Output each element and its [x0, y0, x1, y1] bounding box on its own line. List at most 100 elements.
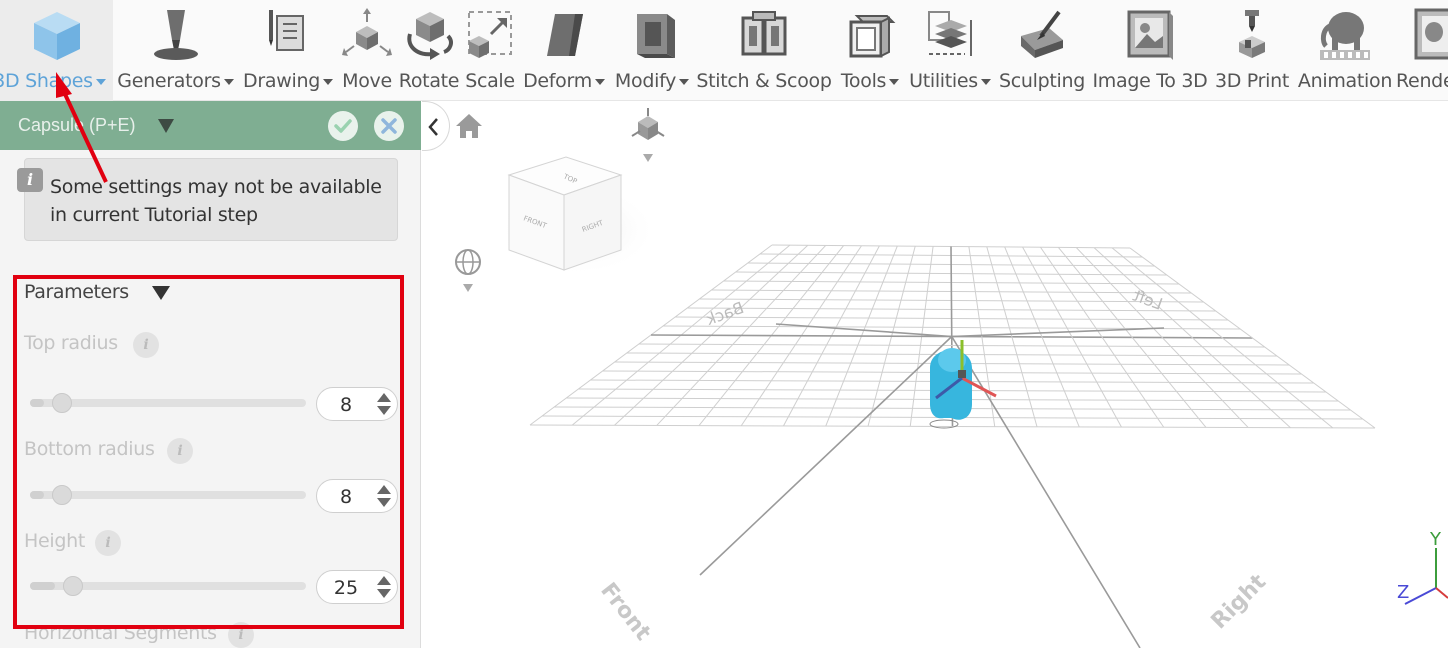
- toolbar-label: Utilities: [909, 70, 978, 92]
- grid-label-back: Back: [703, 298, 747, 329]
- scene-canvas: Back Left Front Right TOP FRONT RIGHT Y …: [455, 108, 1448, 648]
- toolbar-utilities[interactable]: Utilities: [906, 0, 994, 101]
- toolbar-tools[interactable]: Tools: [834, 0, 906, 101]
- decrement-icon[interactable]: [377, 498, 391, 507]
- toolbar-label: Move: [342, 70, 392, 92]
- toolbar-render[interactable]: Rende: [1396, 0, 1448, 101]
- toolbar-label: 3D Print: [1214, 70, 1290, 92]
- slider-fill: [30, 399, 44, 407]
- toolbar-label: Animation: [1297, 70, 1393, 92]
- toolbar-generators[interactable]: Generators: [113, 0, 238, 101]
- chevron-down-icon: [679, 78, 690, 85]
- checkmark-icon: [334, 119, 352, 133]
- height-slider[interactable]: [30, 576, 306, 596]
- toolbar-label: Rotate: [398, 70, 460, 92]
- toolbar-label: Image To 3D: [1092, 70, 1208, 92]
- bottom-radius-slider[interactable]: [30, 485, 306, 505]
- chevron-down-icon: [889, 78, 900, 85]
- chevron-left-icon: [428, 118, 438, 136]
- increment-icon[interactable]: [377, 485, 391, 494]
- 3d-viewport[interactable]: Back Left Front Right TOP FRONT RIGHT Y …: [422, 101, 1448, 648]
- properties-panel: Capsule (P+E) Some settings may not be a…: [0, 101, 421, 648]
- info-icon[interactable]: i: [133, 332, 159, 358]
- chevron-down-icon: [594, 78, 605, 85]
- info-icon[interactable]: i: [228, 622, 254, 648]
- generator-icon: [153, 10, 198, 60]
- chevron-down-icon: [223, 78, 234, 85]
- grid-line: [951, 336, 1141, 648]
- toolbar-label: 3D Shapes: [0, 70, 93, 92]
- perspective-icon[interactable]: [631, 108, 665, 162]
- param-label-horizontal-segments: Horizontal Segments: [24, 622, 217, 644]
- section-collapse-caret-icon[interactable]: [152, 286, 170, 300]
- toolbar-drawing[interactable]: Drawing: [238, 0, 338, 101]
- info-icon[interactable]: i: [167, 438, 193, 464]
- top-radius-input[interactable]: 8: [316, 387, 398, 421]
- toolbar-label: Tools: [840, 70, 887, 92]
- main-toolbar: 3D Shapes Generators Drawing Move Rotate…: [0, 0, 1448, 101]
- image-to-3d-icon: [1127, 10, 1173, 60]
- confirm-button[interactable]: [328, 111, 358, 141]
- tools-icon: [849, 15, 896, 58]
- toolbar-rotate[interactable]: Rotate: [396, 0, 462, 101]
- bottom-radius-value: 8: [339, 486, 353, 508]
- 3d-print-icon: [1239, 10, 1265, 58]
- chevron-down-icon: [463, 284, 473, 292]
- top-radius-slider[interactable]: [30, 393, 306, 413]
- param-label-height: Height: [24, 530, 86, 552]
- toolbar-scale[interactable]: Scale: [462, 0, 518, 101]
- toolbar-3d-shapes[interactable]: 3D Shapes: [0, 0, 113, 101]
- cube-icon: [33, 12, 80, 60]
- globe-icon[interactable]: [455, 249, 481, 292]
- chevron-down-icon: [322, 78, 333, 85]
- slider-handle[interactable]: [51, 393, 72, 413]
- toolbar-label: Stitch & Scoop: [696, 70, 832, 92]
- sculpting-icon: [1021, 10, 1063, 58]
- toolbar-modify[interactable]: Modify: [610, 0, 694, 101]
- toolbar-move[interactable]: Move: [338, 0, 396, 101]
- increment-icon[interactable]: [377, 576, 391, 585]
- bottom-radius-input[interactable]: 8: [316, 479, 398, 513]
- cancel-button[interactable]: [374, 111, 404, 141]
- grid-label-front: Front: [595, 578, 655, 646]
- info-icon[interactable]: i: [95, 530, 121, 556]
- top-radius-value: 8: [339, 394, 353, 416]
- toolbar-stitch-scoop[interactable]: Stitch & Scoop: [694, 0, 834, 101]
- drawing-icon: [269, 10, 304, 51]
- slider-handle[interactable]: [51, 485, 72, 505]
- toolbar-image-to-3d[interactable]: Image To 3D: [1090, 0, 1210, 101]
- app: 3D Shapes Generators Drawing Move Rotate…: [0, 0, 1448, 648]
- decrement-icon[interactable]: [377, 589, 391, 598]
- parameters-heading: Parameters: [24, 281, 129, 303]
- toolbar-sculpting[interactable]: Sculpting: [994, 0, 1090, 101]
- slider-handle[interactable]: [62, 576, 83, 596]
- height-value: 25: [333, 577, 359, 599]
- axis-y-label: Y: [1429, 529, 1442, 550]
- height-input[interactable]: 25: [316, 570, 398, 604]
- decrement-icon[interactable]: [377, 406, 391, 415]
- axes-indicator: Y Z: [1397, 529, 1448, 605]
- toolbar-animation[interactable]: Animation: [1294, 0, 1396, 101]
- param-label-bottom-radius: Bottom radius: [24, 438, 155, 460]
- animation-icon: [1320, 12, 1370, 60]
- panel-collapse-caret-icon[interactable]: [158, 119, 174, 133]
- increment-icon[interactable]: [377, 393, 391, 402]
- param-label-top-radius: Top radius: [24, 332, 118, 354]
- chevron-down-icon: [95, 78, 106, 85]
- info-icon: i: [17, 168, 43, 192]
- toolbar-3d-print[interactable]: 3D Print: [1210, 0, 1294, 101]
- panel-header: Capsule (P+E): [0, 101, 421, 150]
- slider-fill: [30, 491, 44, 499]
- toolbar-label: Modify: [614, 70, 677, 92]
- deform-icon: [547, 14, 583, 56]
- capsule-model[interactable]: [929, 340, 997, 429]
- view-cube[interactable]: TOP FRONT RIGHT: [498, 156, 658, 276]
- toolbar-label: Generators: [117, 70, 221, 92]
- home-icon[interactable]: [456, 114, 482, 138]
- toolbar-deform[interactable]: Deform: [518, 0, 610, 101]
- grid-line: [951, 327, 1165, 338]
- chevron-down-icon: [980, 78, 991, 85]
- toolbar-label: Drawing: [243, 70, 320, 92]
- scale-icon: [468, 11, 512, 58]
- panel-collapse-toggle[interactable]: [422, 101, 450, 151]
